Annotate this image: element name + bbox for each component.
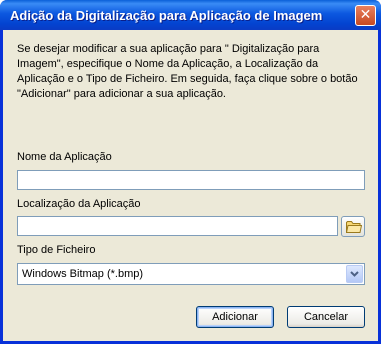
app-location-label: Localização da Aplicação xyxy=(17,198,141,210)
app-name-label: Nome da Aplicação xyxy=(17,151,112,163)
app-location-input[interactable] xyxy=(17,216,338,236)
instructions-text: Se desejar modificar a sua aplicação par… xyxy=(17,43,358,100)
dropdown-button[interactable] xyxy=(346,265,363,283)
window-title: Adição da Digitalização para Aplicação d… xyxy=(10,8,323,23)
browse-button[interactable] xyxy=(341,216,365,237)
title-bar: Adição da Digitalização para Aplicação d… xyxy=(0,0,381,30)
file-type-select[interactable]: Windows Bitmap (*.bmp) xyxy=(17,263,365,285)
folder-icon xyxy=(346,221,362,233)
add-button[interactable]: Adicionar xyxy=(196,306,274,328)
dialog-window: Adição da Digitalização para Aplicação d… xyxy=(0,0,381,344)
cancel-button[interactable]: Cancelar xyxy=(287,306,365,328)
close-icon: ✕ xyxy=(359,7,372,23)
dialog-content: Se desejar modificar a sua aplicação par… xyxy=(3,30,378,341)
file-type-label: Tipo de Ficheiro xyxy=(17,244,96,256)
app-name-input[interactable] xyxy=(17,170,365,190)
close-button[interactable]: ✕ xyxy=(355,5,376,26)
file-type-value: Windows Bitmap (*.bmp) xyxy=(22,268,144,280)
chevron-down-icon xyxy=(350,271,359,277)
